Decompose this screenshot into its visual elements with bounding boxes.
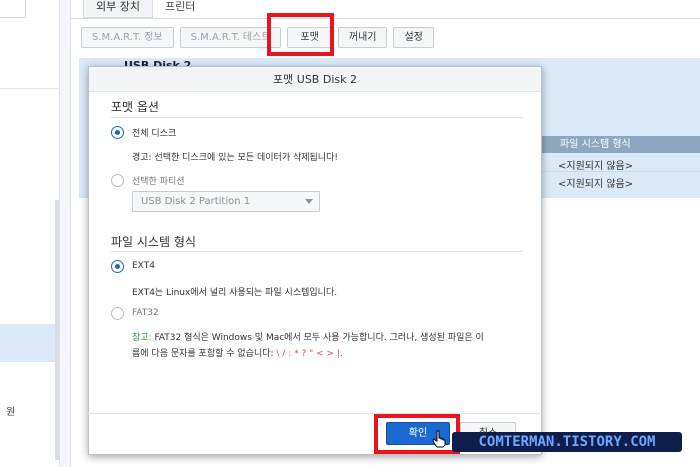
section-divider [111, 251, 523, 252]
fat32-note-line2: 름에 다음 문자를 포함할 수 없습니다: \ / : * ? " < > |. [132, 346, 343, 359]
sidebar-scrollbar[interactable] [55, 200, 59, 460]
note-text: 름에 다음 문자를 포함할 수 없습니다: [132, 349, 277, 359]
settings-button[interactable]: 설정 [393, 27, 434, 48]
ext4-description: EXT4는 Linux에서 널리 사용되는 파일 시스템입니다. [132, 288, 338, 298]
chevron-down-icon [305, 199, 313, 204]
fs-column-header[interactable]: 파일 시스템 형식 [542, 136, 700, 153]
sidebar-item[interactable]: 원 [0, 403, 56, 418]
smart-info-button[interactable]: S.M.A.R.T. 정보 [81, 27, 174, 48]
fs-cell: <지원되지 않음> [558, 161, 634, 172]
hand-cursor-icon [432, 430, 446, 448]
partition-select[interactable]: USB Disk 2 Partition 1 [132, 191, 320, 212]
ok-button-highlight [374, 414, 460, 454]
format-options-heading: 포맷 옵션 [111, 100, 159, 114]
note-text: FAT32 형식은 Windows 및 Mac에서 모두 사용 가능합니다. 그… [151, 333, 484, 343]
left-sidebar: 원 원 [0, 0, 60, 467]
fat32-label[interactable]: FAT32 [132, 308, 159, 318]
tab-bar: 외부 장치 프린터 [83, 0, 207, 18]
fs-cell: <지원되지 않음> [558, 179, 634, 190]
selected-partition-radio[interactable] [111, 174, 124, 187]
partition-select-value: USB Disk 2 Partition 1 [141, 196, 251, 207]
fs-heading: 파일 시스템 형식 [111, 235, 196, 249]
forbidden-chars: \ / : * ? " < > | [276, 349, 340, 359]
format-button-highlight [267, 13, 334, 56]
tab-external-devices[interactable]: 외부 장치 [83, 0, 153, 18]
format-dialog: 포맷 USB Disk 2 포맷 옵션 전체 디스크 경고: 선택한 디스크에 … [88, 66, 542, 455]
sidebar-item-selected[interactable] [0, 324, 56, 362]
whole-disk-radio[interactable] [111, 126, 124, 139]
sidebar-field[interactable] [0, 0, 26, 18]
tab-underline [71, 18, 700, 19]
whole-disk-label[interactable]: 전체 디스크 [132, 126, 176, 139]
fat32-note-line1: 참고: FAT32 형식은 Windows 및 Mac에서 모두 사용 가능합니… [132, 330, 484, 343]
sidebar-divider [0, 88, 60, 89]
selected-partition-label[interactable]: 선택한 파티션 [132, 174, 185, 187]
section-divider [111, 117, 523, 118]
toolbar: S.M.A.R.T. 정보 S.M.A.R.T. 테스트 포맷 꺼내기 설정 [81, 27, 434, 48]
whole-disk-warning: 경고: 선택한 디스크에 있는 모든 데이터가 삭제됩니다! [132, 153, 338, 163]
eject-button[interactable]: 꺼내기 [337, 27, 388, 48]
note-label: 참고: [132, 333, 152, 343]
dialog-title: 포맷 USB Disk 2 [89, 67, 541, 92]
tab-printer[interactable]: 프린터 [153, 0, 207, 18]
ext4-label[interactable]: EXT4 [132, 261, 155, 271]
fat32-radio[interactable] [111, 307, 124, 320]
dialog-footer-divider [88, 413, 542, 414]
note-end: . [339, 349, 343, 359]
watermark: COMTERMAN.TISTORY.COM [452, 432, 682, 452]
ext4-radio[interactable] [111, 260, 124, 273]
fs-row-divider [542, 171, 700, 172]
